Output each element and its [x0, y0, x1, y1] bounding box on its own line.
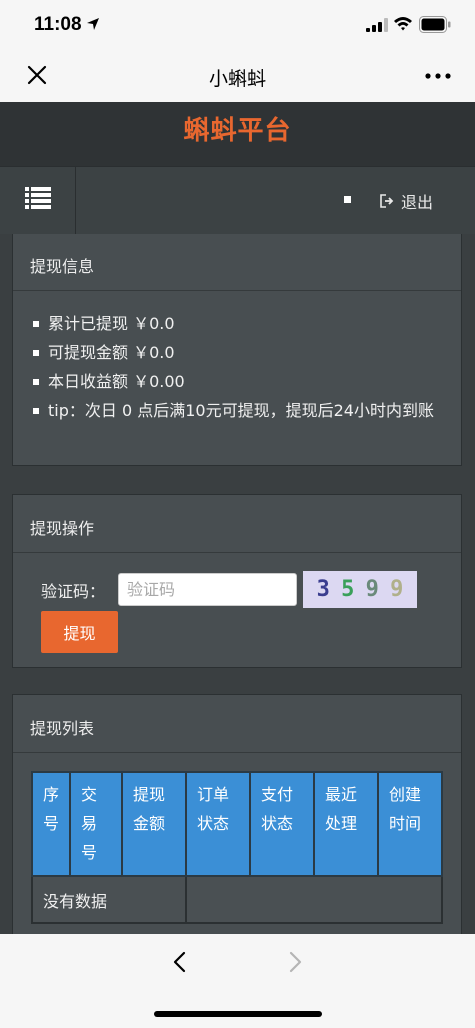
- table-row: 没有数据: [30, 875, 444, 924]
- logout-button[interactable]: 退出: [380, 189, 433, 213]
- forward-arrow-icon[interactable]: [287, 951, 303, 973]
- captcha-digit: 5: [341, 577, 355, 602]
- captcha-digit: 3: [316, 577, 330, 602]
- withdraw-operation-panel: 提现操作 验证码： 3 5 9 9 提现: [12, 494, 462, 668]
- sign-out-icon: [380, 194, 394, 208]
- withdraw-list-panel: 提现列表 序号 交易号 提现金额 订单状态 支付状态 最近处理 创建时间 没有数…: [12, 694, 462, 934]
- list-item: 累计已提现 ￥0.0: [33, 309, 441, 338]
- empty-cell: 没有数据: [30, 875, 188, 924]
- brand-title: 蝌蚪平台: [183, 116, 292, 146]
- nav-title: 小蝌蚪: [208, 68, 266, 90]
- list-item: 本日收益额 ￥0.00: [33, 367, 441, 396]
- brand-header: 蝌蚪平台: [0, 102, 475, 166]
- square-icon[interactable]: [344, 196, 351, 203]
- info-list: 累计已提现 ￥0.0 可提现金额 ￥0.0 本日收益额 ￥0.00 tip：次日…: [13, 291, 461, 425]
- empty-cell-filler: [185, 875, 444, 924]
- status-bar: 11:08: [0, 0, 475, 52]
- panel-title: 提现信息: [13, 234, 461, 291]
- captcha-input[interactable]: [118, 573, 297, 606]
- captcha-digit: 9: [365, 577, 379, 602]
- location-arrow-icon: [87, 18, 99, 30]
- withdraw-info-panel: 提现信息 累计已提现 ￥0.0 可提现金额 ￥0.0 本日收益额 ￥0.00 t…: [12, 234, 462, 466]
- status-time: 11:08: [34, 14, 82, 35]
- column-header: 序号: [30, 771, 72, 877]
- column-header: 支付状态: [249, 771, 316, 877]
- captcha-label: 验证码：: [41, 581, 106, 601]
- menu-button[interactable]: [0, 167, 76, 234]
- withdraw-button[interactable]: 提现: [41, 611, 118, 653]
- list-menu-icon: [25, 187, 51, 209]
- toolbar: 退出: [0, 166, 475, 234]
- list-item: tip：次日 0 点后满10元可提现，提现后24小时内到账: [33, 396, 441, 425]
- signal-icon: [366, 18, 388, 32]
- main-content: 提现信息 累计已提现 ￥0.0 可提现金额 ￥0.0 本日收益额 ￥0.00 t…: [0, 234, 475, 934]
- battery-icon: [419, 16, 451, 33]
- captcha-digit: 9: [390, 577, 404, 602]
- back-arrow-icon[interactable]: [172, 951, 188, 973]
- panel-title: 提现操作: [13, 495, 461, 553]
- column-header: 创建时间: [377, 771, 444, 877]
- table-header-row: 序号 交易号 提现金额 订单状态 支付状态 最近处理 创建时间: [30, 771, 444, 877]
- wifi-icon: [394, 17, 412, 31]
- column-header: 订单状态: [185, 771, 252, 877]
- home-indicator: [154, 1011, 322, 1017]
- column-header: 最近处理: [313, 771, 380, 877]
- logout-label: 退出: [401, 193, 434, 212]
- nav-bar: 小蝌蚪: [0, 52, 475, 102]
- withdraw-table: 序号 交易号 提现金额 订单状态 支付状态 最近处理 创建时间 没有数据: [30, 771, 444, 924]
- bottom-nav-bar: [0, 934, 475, 1028]
- column-header: 交易号: [69, 771, 124, 877]
- panel-title: 提现列表: [13, 695, 461, 753]
- captcha-row: 验证码： 3 5 9 9: [41, 571, 417, 608]
- more-icon[interactable]: [424, 66, 452, 86]
- captcha-image[interactable]: 3 5 9 9: [303, 571, 417, 608]
- column-header: 提现金额: [121, 771, 188, 877]
- list-item: 可提现金额 ￥0.0: [33, 338, 441, 367]
